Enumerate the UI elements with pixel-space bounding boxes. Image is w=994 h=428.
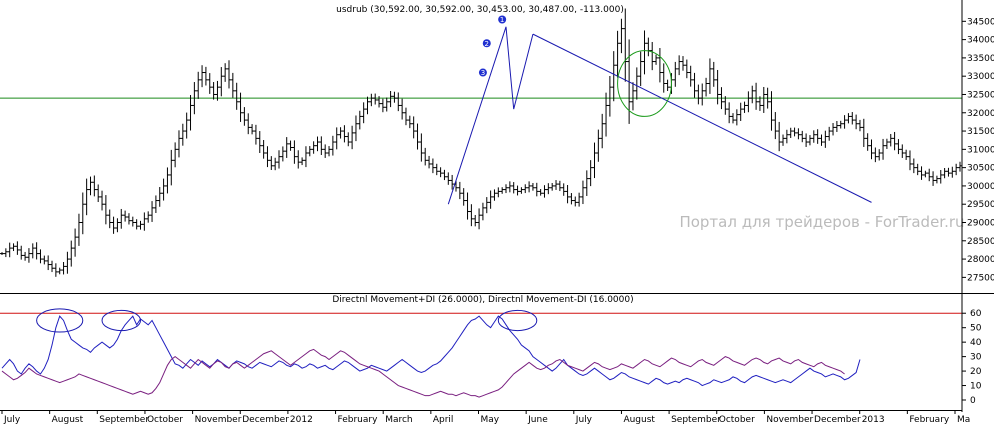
time-axis-tick-label: July xyxy=(575,415,593,424)
time-axis-tick-label: December xyxy=(814,415,861,424)
time-axis-tick-label: July xyxy=(3,415,21,424)
price-axis-tick-label: 30500 xyxy=(967,164,994,174)
indicator-axis-tick-label: 10 xyxy=(970,382,982,392)
price-axis-tick-label: 31500 xyxy=(967,127,994,137)
time-axis-tick-label: 2013 xyxy=(862,415,885,424)
time-axis-tick-label: November xyxy=(195,415,242,424)
chart-background xyxy=(0,0,994,424)
wave-marker-label: 3 xyxy=(481,69,485,77)
time-axis-tick-label: September xyxy=(671,415,721,424)
time-axis-tick-label: September xyxy=(99,415,149,424)
time-axis-tick-label: November xyxy=(766,415,813,424)
time-axis-tick-label: August xyxy=(623,415,655,424)
time-axis-tick-label: August xyxy=(52,415,84,424)
chart-svg: usdrub (30,592.00, 30,592.00, 30,453.00,… xyxy=(0,0,994,425)
price-axis-tick-label: 28500 xyxy=(967,237,994,247)
indicator-axis-tick-label: 40 xyxy=(970,338,982,348)
time-axis-tick-label: February xyxy=(909,415,950,424)
indicator-axis-tick-label: 20 xyxy=(970,367,982,377)
time-axis-tick-label: February xyxy=(338,415,379,424)
price-axis-tick-label: 32500 xyxy=(967,90,994,100)
price-axis-tick-label: 30000 xyxy=(967,182,994,192)
price-panel-title: usdrub (30,592.00, 30,592.00, 30,453.00,… xyxy=(336,5,624,15)
wave-marker-label: 2 xyxy=(485,40,489,48)
indicator-axis-tick-label: 30 xyxy=(970,353,982,363)
time-axis-tick-label: October xyxy=(147,415,183,424)
time-axis-tick-label: May xyxy=(481,415,500,424)
price-axis-tick-label: 33000 xyxy=(967,72,994,82)
time-axis-tick-label: June xyxy=(527,415,548,424)
price-axis-tick-label: 31000 xyxy=(967,145,994,155)
indicator-axis-tick-label: 0 xyxy=(970,396,976,406)
indicator-panel-title: Directnl Movement+DI (26.0000), Directnl… xyxy=(332,295,633,305)
indicator-axis-tick-label: 50 xyxy=(970,324,982,334)
time-axis-tick-label: March xyxy=(385,415,412,424)
time-axis-tick-label: 2012 xyxy=(290,415,313,424)
wave-marker-label: 1 xyxy=(500,16,504,24)
price-axis-tick-label: 34500 xyxy=(967,17,994,27)
price-axis-tick-label: 33500 xyxy=(967,54,994,64)
indicator-axis-tick-label: 60 xyxy=(970,309,982,319)
price-axis-tick-label: 34000 xyxy=(967,36,994,46)
time-axis-tick-label: April xyxy=(433,415,454,424)
price-axis-tick-label: 29500 xyxy=(967,200,994,210)
price-axis-tick-label: 32000 xyxy=(967,109,994,119)
time-axis-tick-label: October xyxy=(719,415,755,424)
chart-root: usdrub (30,592.00, 30,592.00, 30,453.00,… xyxy=(0,0,994,425)
watermark: Портал для трейдеров - ForTrader.ru xyxy=(679,213,964,231)
price-axis-tick-label: 29000 xyxy=(967,219,994,229)
time-axis-tick-label: December xyxy=(242,415,289,424)
time-axis-tick-label: Ma xyxy=(957,415,970,424)
price-axis-tick-label: 28000 xyxy=(967,255,994,265)
price-axis-tick-label: 27500 xyxy=(967,273,994,283)
